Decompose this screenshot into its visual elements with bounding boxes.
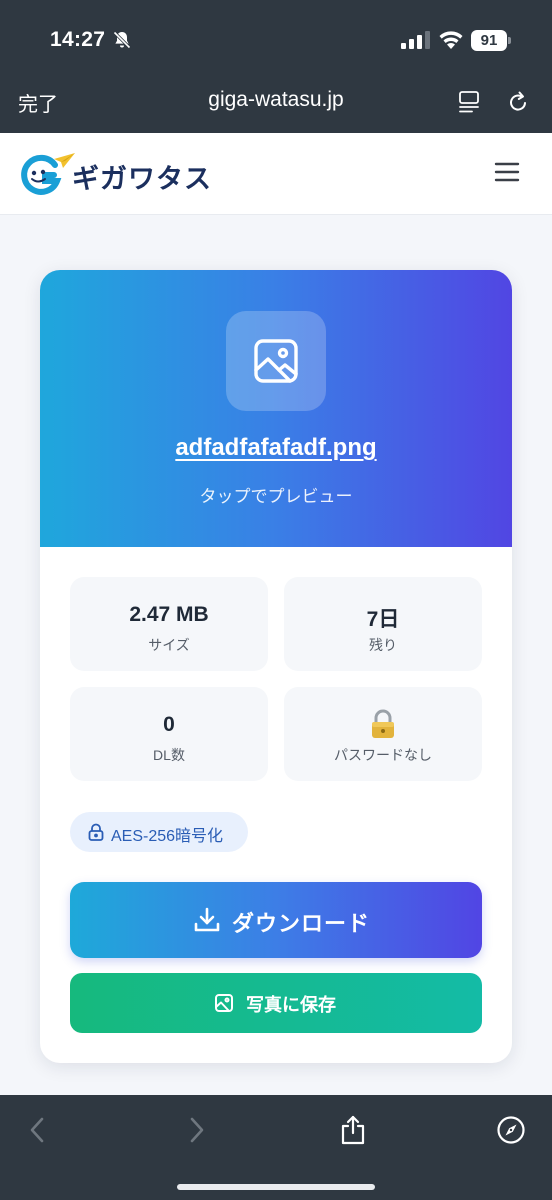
stat-size: 2.47 MB サイズ [70, 577, 268, 671]
encryption-label: AES-256暗号化 [111, 828, 224, 845]
download-label: ダウンロード [232, 911, 371, 936]
download-icon [194, 907, 220, 932]
file-name[interactable]: adfadfafafadf.png [40, 434, 512, 462]
wifi-icon [439, 31, 463, 49]
forward-icon[interactable] [182, 1115, 212, 1145]
file-preview-hero[interactable]: adfadfafafadf.png タップでプレビュー [40, 270, 512, 547]
home-indicator [177, 1184, 375, 1190]
hamburger-icon[interactable] [494, 159, 520, 185]
battery-nub [508, 37, 511, 44]
stat-remaining: 7日 残り [284, 577, 482, 671]
image-icon [254, 339, 298, 383]
stat-remaining-value: 7日 [366, 608, 400, 631]
reload-icon[interactable] [506, 90, 530, 114]
file-thumbnail[interactable] [226, 311, 326, 411]
stat-size-label: サイズ [148, 637, 190, 653]
browser-top-bar: 14:27 91 完了 giga-watasu.jp [0, 0, 552, 133]
share-icon[interactable] [338, 1115, 368, 1145]
logo-icon[interactable] [18, 151, 76, 197]
browser-bottom-toolbar [0, 1095, 552, 1200]
battery-indicator: 91 [471, 30, 511, 51]
bell-slash-icon [113, 31, 131, 49]
status-time: 14:27 [50, 28, 106, 51]
stat-password: パスワードなし [284, 687, 482, 781]
photo-icon [215, 994, 233, 1012]
battery-level: 91 [471, 30, 507, 51]
file-card: adfadfafafadf.png タップでプレビュー 2.47 MB サイズ … [40, 270, 512, 1063]
site-header: ギガワタス [0, 133, 552, 215]
preview-hint: タップでプレビュー [199, 487, 353, 506]
reader-icon[interactable] [458, 90, 480, 114]
stat-downloads: 0 DL数 [70, 687, 268, 781]
download-button[interactable]: ダウンロード [70, 882, 482, 958]
logo-text[interactable]: ギガワタス [72, 157, 212, 196]
padlock-icon [88, 823, 104, 841]
signal-icon [401, 31, 430, 49]
stat-remaining-label: 残り [369, 637, 397, 653]
save-to-photos-button[interactable]: 写真に保存 [70, 973, 482, 1033]
encryption-badge: AES-256暗号化 [70, 812, 248, 852]
stat-password-label: パスワードなし [334, 747, 432, 763]
stat-size-value: 2.47 MB [129, 603, 209, 626]
back-icon[interactable] [22, 1115, 52, 1145]
lock-icon [372, 709, 394, 738]
save-to-photos-label: 写真に保存 [246, 995, 336, 1015]
compass-icon[interactable] [496, 1115, 526, 1145]
stat-downloads-label: DL数 [153, 747, 185, 763]
stat-downloads-value: 0 [163, 713, 175, 736]
